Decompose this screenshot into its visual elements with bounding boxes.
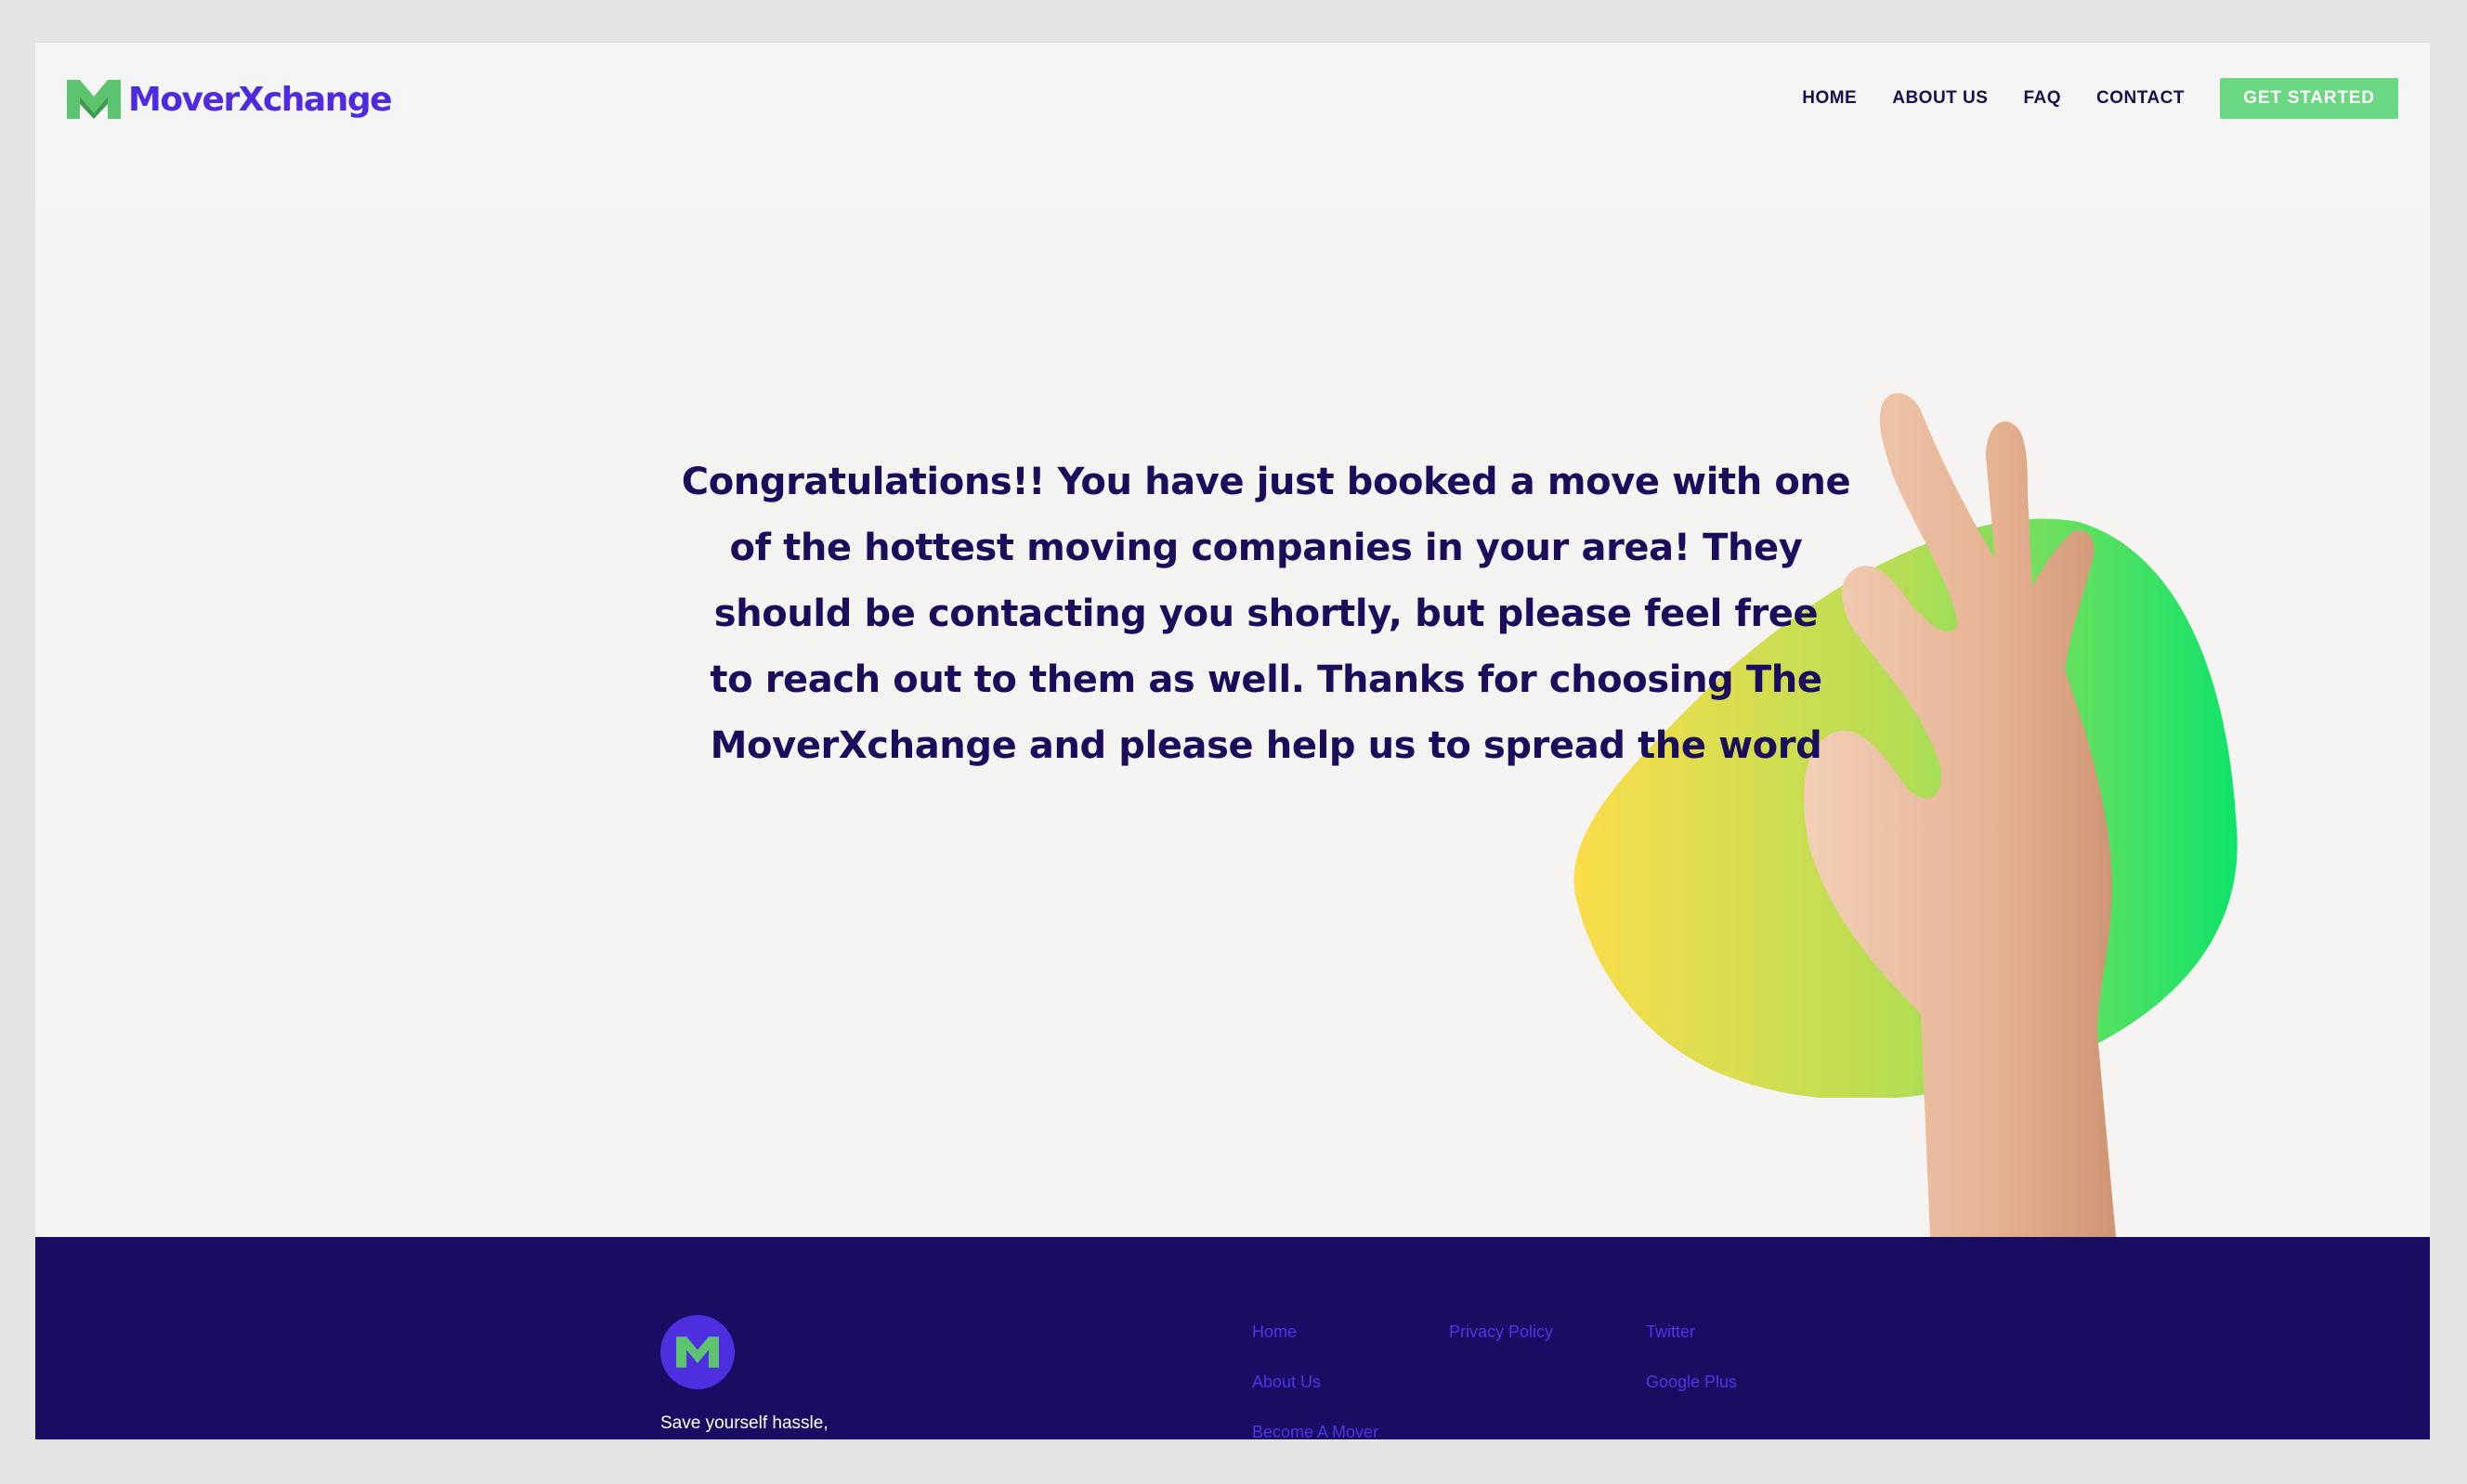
footer-logo[interactable] bbox=[660, 1315, 735, 1389]
footer-tagline: Save yourself hassle, bbox=[660, 1413, 829, 1433]
site-footer: Save yourself hassle, Home About Us Beco… bbox=[35, 1237, 2430, 1439]
footer-link-become-a-mover[interactable]: Become A Mover bbox=[1252, 1423, 1378, 1439]
booking-confirmation-message: Congratulations!! You have just booked a… bbox=[667, 449, 1865, 779]
footer-link-about-us[interactable]: About Us bbox=[1252, 1373, 1378, 1393]
get-started-button[interactable]: GET STARTED bbox=[2220, 78, 2398, 119]
message-line: Congratulations!! You have just booked a… bbox=[681, 461, 1851, 503]
message-line: to reach out to them as well. Thanks for… bbox=[710, 658, 1822, 701]
confirmation-hero: Congratulations!! You have just booked a… bbox=[35, 206, 2430, 1237]
logo-mark-icon bbox=[67, 80, 121, 119]
nav-faq[interactable]: FAQ bbox=[2023, 88, 2061, 109]
footer-links-col-3: Twitter Google Plus bbox=[1646, 1322, 1737, 1423]
message-line: should be contacting you shortly, but pl… bbox=[713, 592, 1819, 635]
nav-about-us[interactable]: ABOUT US bbox=[1892, 88, 1988, 109]
footer-links-col-1: Home About Us Become A Mover bbox=[1252, 1322, 1378, 1439]
site-header: MoverXchange HOME ABOUT US FAQ CONTACT G… bbox=[35, 43, 2430, 206]
nav-home[interactable]: HOME bbox=[1802, 88, 1857, 109]
main-nav: HOME ABOUT US FAQ CONTACT GET STARTED bbox=[1802, 78, 2398, 119]
brand-name: MoverXchange bbox=[128, 80, 393, 119]
footer-link-google-plus[interactable]: Google Plus bbox=[1646, 1373, 1737, 1393]
browser-viewport: MoverXchange HOME ABOUT US FAQ CONTACT G… bbox=[35, 43, 2430, 1439]
footer-links-col-2: Privacy Policy bbox=[1449, 1322, 1553, 1373]
nav-contact[interactable]: CONTACT bbox=[2096, 88, 2185, 109]
footer-link-twitter[interactable]: Twitter bbox=[1646, 1322, 1737, 1343]
message-line: of the hottest moving companies in your … bbox=[729, 527, 1803, 569]
footer-link-privacy-policy[interactable]: Privacy Policy bbox=[1449, 1322, 1553, 1343]
message-line: MoverXchange and please help us to sprea… bbox=[710, 724, 1822, 767]
footer-link-home[interactable]: Home bbox=[1252, 1322, 1378, 1343]
logo-mark-icon bbox=[676, 1336, 719, 1368]
brand-logo[interactable]: MoverXchange bbox=[67, 76, 393, 123]
